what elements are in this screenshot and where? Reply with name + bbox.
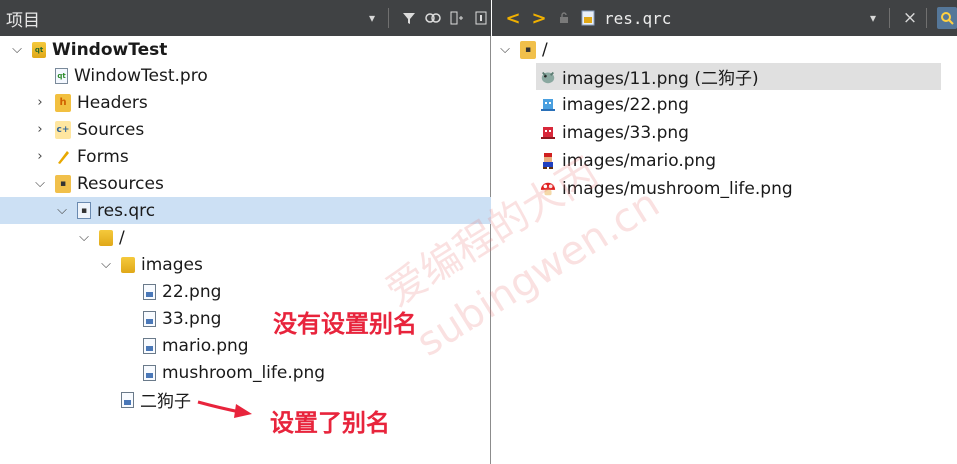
chevron-right-icon[interactable]: › (33, 122, 47, 137)
toolbar-divider (388, 8, 389, 28)
tree-item-resources[interactable]: ⌵ ▪ Resources (33, 170, 164, 197)
file-dropdown-icon[interactable]: ▾ (863, 7, 883, 29)
project-pane-toolbar: 项目 ▾ (0, 0, 491, 36)
tree-item-prefix-root[interactable]: ⌵ / (77, 224, 125, 251)
resource-item-mario-png[interactable]: images/mario.png (540, 147, 716, 174)
tree-item-sources[interactable]: › c+ Sources (33, 116, 144, 143)
close-pane-icon[interactable] (471, 7, 491, 29)
annotation-has-alias: 设置了别名 (270, 409, 390, 437)
red-sprite-icon (540, 124, 556, 142)
tree-item-label: / (119, 227, 125, 248)
chevron-down-icon[interactable]: ⌵ (99, 257, 113, 272)
chevron-right-icon[interactable]: › (33, 149, 47, 164)
image-file-icon (143, 337, 156, 354)
chevron-down-icon[interactable]: ⌵ (10, 42, 24, 57)
tree-item-res-qrc[interactable]: ⌵ ▪ res.qrc (0, 197, 491, 224)
chevron-right-icon[interactable]: › (33, 95, 47, 110)
tree-item-33-png[interactable]: 33.png (143, 305, 221, 332)
resource-item-label: / (542, 39, 548, 60)
image-file-icon (143, 364, 156, 381)
tree-item-label: WindowTest (52, 39, 168, 60)
tree-item-label: mushroom_life.png (162, 362, 326, 383)
chevron-down-icon[interactable]: ⌵ (498, 42, 512, 57)
tree-item-windowtest[interactable]: ⌵ WindowTest (10, 36, 167, 63)
resource-item-11-png[interactable]: images/11.png (二狗子) (536, 63, 941, 90)
split-add-icon[interactable] (447, 7, 467, 29)
tree-item-mushroom-png[interactable]: mushroom_life.png (143, 359, 325, 386)
filter-dropdown-icon[interactable]: ▾ (362, 7, 382, 29)
qrc-document-icon (578, 7, 598, 29)
sources-icon: c+ (55, 120, 71, 139)
tree-item-label: Forms (77, 146, 129, 167)
resource-item-mushroom-png[interactable]: images/mushroom_life.png (540, 175, 793, 202)
resources-icon: ▪ (55, 174, 71, 193)
mushroom-icon (540, 180, 556, 198)
resource-item-22-png[interactable]: images/22.png (540, 91, 689, 118)
image-file-icon (121, 391, 134, 408)
folder-icon (99, 229, 113, 246)
image-file-icon (143, 310, 156, 327)
mario-icon (540, 152, 556, 170)
project-pane-title: 项目 (6, 10, 40, 31)
tree-item-label: Sources (77, 119, 145, 140)
annotation-no-alias: 没有设置别名 (273, 310, 417, 338)
qrc-file-icon: ▪ (77, 202, 91, 219)
tree-item-alias-ergouzi[interactable]: 二狗子 (121, 386, 191, 413)
tree-item-label: images (141, 254, 203, 275)
close-file-icon[interactable]: × (900, 7, 920, 29)
tree-item-label: 33.png (162, 308, 222, 329)
chevron-down-icon[interactable]: ⌵ (33, 176, 47, 191)
project-folder-icon (32, 41, 46, 58)
annotation-arrow-icon (197, 400, 252, 418)
chevron-down-icon[interactable]: ⌵ (77, 230, 91, 245)
image-file-icon (143, 283, 156, 300)
folder-icon (121, 256, 135, 273)
resource-item-label: images/11.png (二狗子) (562, 69, 759, 89)
toolbar-divider (926, 8, 927, 28)
locator-icon[interactable] (937, 7, 957, 29)
resource-item-label: images/33.png (562, 122, 689, 143)
tree-item-windowtest-pro[interactable]: qt WindowTest.pro (55, 62, 208, 89)
resource-item-label: images/mushroom_life.png (562, 178, 793, 199)
editor-toolbar: < > res.qrc ▾ × (492, 0, 957, 36)
tree-item-label: 二狗子 (140, 392, 191, 412)
tree-item-forms[interactable]: › Forms (33, 143, 129, 170)
tree-item-mario-png[interactable]: mario.png (143, 332, 249, 359)
tree-item-label: Headers (77, 92, 148, 113)
headers-icon: h (55, 93, 71, 112)
lock-icon (554, 7, 574, 29)
back-icon[interactable]: < (502, 7, 524, 29)
chevron-down-icon[interactable]: ⌵ (55, 203, 69, 218)
tree-item-label: 22.png (162, 281, 222, 302)
tree-item-images-folder[interactable]: ⌵ images (99, 251, 203, 278)
resource-editor-pane: ⌵ ▪ / images/11.png (二狗子) images/22.png … (492, 36, 957, 464)
resource-item-label: images/mario.png (562, 150, 717, 171)
tree-item-label: Resources (77, 173, 164, 194)
pro-file-icon: qt (55, 67, 68, 84)
resource-prefix-root[interactable]: ⌵ ▪ / (498, 36, 548, 63)
link-icon[interactable] (423, 7, 443, 29)
blue-sprite-icon (540, 96, 556, 114)
resource-item-33-png[interactable]: images/33.png (540, 119, 689, 146)
open-file-title[interactable]: res.qrc (604, 9, 859, 28)
pokemon-icon (540, 68, 556, 86)
forward-icon[interactable]: > (528, 7, 550, 29)
filter-icon[interactable] (399, 7, 419, 29)
tree-item-22-png[interactable]: 22.png (143, 278, 221, 305)
forms-icon (55, 148, 71, 166)
resource-prefix-icon: ▪ (520, 40, 536, 59)
tree-item-label: WindowTest.pro (74, 65, 208, 86)
toolbar-divider (889, 8, 890, 28)
tree-item-label: mario.png (162, 335, 249, 356)
tree-item-label: res.qrc (97, 200, 156, 221)
resource-item-label: images/22.png (562, 94, 689, 115)
tree-item-headers[interactable]: › h Headers (33, 89, 148, 116)
